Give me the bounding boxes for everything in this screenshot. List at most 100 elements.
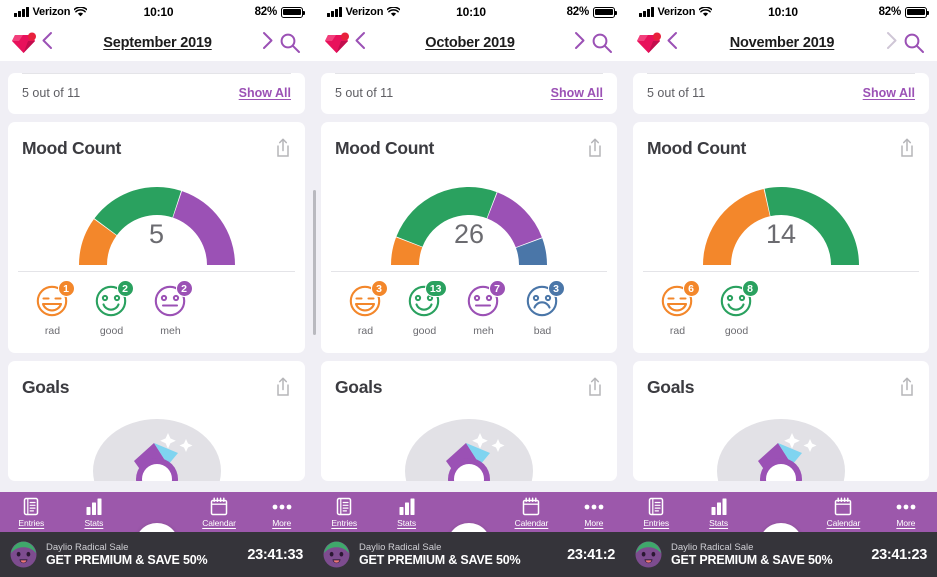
promo-subtitle: Daylio Radical Sale: [671, 542, 754, 553]
promo-banner[interactable]: Daylio Radical Sale GET PREMIUM & SAVE 50…: [0, 532, 313, 577]
card-title: Mood Count: [647, 138, 747, 158]
phone-screen-3: Verizon 10:10 82% November 2019 5 out of 11 S…: [625, 0, 937, 577]
status-left: Verizon: [639, 6, 768, 18]
tab-label: Entries: [643, 518, 670, 528]
mood-label: rad: [669, 325, 686, 337]
mood-count-badge: 2: [116, 280, 134, 297]
bad-face-icon: 3: [523, 280, 565, 322]
mood-count-header: Mood Count: [8, 122, 305, 159]
mood-label: good: [99, 325, 124, 337]
tab-entries[interactable]: Entries: [313, 497, 375, 532]
next-month-button[interactable]: [257, 30, 279, 55]
prev-month-button[interactable]: [661, 30, 683, 55]
daylio-mascot-icon: [323, 541, 350, 568]
mood-legend-item[interactable]: 13 good: [402, 280, 447, 337]
promo-title: GET PREMIUM & SAVE 50%: [671, 553, 833, 567]
next-month-button[interactable]: [881, 30, 903, 55]
summary-row: 5 out of 11 Show All: [321, 74, 617, 114]
search-icon[interactable]: [903, 32, 925, 54]
goals-illustration: [82, 413, 232, 481]
share-icon[interactable]: [275, 138, 291, 157]
status-right: 82%: [173, 6, 306, 18]
status-right: 82%: [798, 6, 930, 18]
promo-banner[interactable]: Daylio Radical Sale GET PREMIUM & SAVE 50…: [313, 532, 625, 577]
share-icon[interactable]: [275, 377, 291, 396]
current-month-label[interactable]: November 2019: [683, 35, 881, 51]
battery-icon: [905, 6, 930, 18]
carrier-label: Verizon: [345, 6, 384, 18]
show-all-link[interactable]: Show All: [863, 86, 915, 100]
goals-header: Goals: [633, 361, 929, 398]
gem-icon[interactable]: [12, 32, 36, 54]
mood-count-card: Mood Count 26 3 rad 13 good 7 meh 3 bad: [321, 122, 617, 353]
mood-legend-item[interactable]: 6 rad: [655, 280, 700, 337]
tab-label: Calendar: [202, 518, 236, 528]
mood-count-badge: 1: [57, 280, 75, 297]
search-icon[interactable]: [591, 32, 613, 54]
promo-countdown: 23:41:2: [567, 546, 615, 563]
tab-calendar[interactable]: Calendar: [500, 497, 562, 532]
tab-calendar[interactable]: Calendar: [812, 497, 874, 532]
mood-label: meh: [473, 325, 494, 337]
tab-entries[interactable]: Entries: [625, 497, 687, 532]
mood-legend-item[interactable]: 3 rad: [343, 280, 388, 337]
tab-stats[interactable]: Stats: [375, 497, 437, 532]
more-dots-icon: [272, 497, 292, 516]
promo-title: GET PREMIUM & SAVE 50%: [359, 553, 521, 567]
current-month-label[interactable]: September 2019: [58, 35, 257, 51]
more-dots-icon: [896, 497, 916, 516]
phone-screen-2: Verizon 10:10 82% October 2019 5 out of 11 Sh…: [313, 0, 625, 577]
mood-label: good: [412, 325, 437, 337]
goals-card: Goals: [321, 361, 617, 481]
status-bar: Verizon 10:10 82%: [0, 0, 313, 24]
mood-legend-item[interactable]: 2 good: [89, 280, 134, 337]
tab-more[interactable]: More: [250, 497, 313, 532]
calendar-icon: [522, 497, 540, 516]
promo-subtitle: Daylio Radical Sale: [46, 542, 129, 553]
share-icon[interactable]: [899, 138, 915, 157]
mood-count-header: Mood Count: [633, 122, 929, 159]
tab-more[interactable]: More: [875, 497, 937, 532]
mood-label: rad: [357, 325, 374, 337]
battery-percent: 82%: [878, 6, 902, 18]
tab-entries[interactable]: Entries: [0, 497, 63, 532]
nav-bar: November 2019: [625, 24, 937, 61]
mood-legend-item[interactable]: 1 rad: [30, 280, 75, 337]
share-icon[interactable]: [899, 377, 915, 396]
share-icon[interactable]: [587, 377, 603, 396]
mood-legend-item[interactable]: 2 meh: [148, 280, 193, 337]
tab-stats[interactable]: Stats: [687, 497, 749, 532]
entries-icon: [647, 497, 665, 516]
stats-icon: [710, 497, 728, 516]
next-month-button[interactable]: [569, 30, 591, 55]
card-title: Goals: [647, 377, 695, 397]
tab-more[interactable]: More: [563, 497, 625, 532]
tab-stats[interactable]: Stats: [63, 497, 126, 532]
tab-calendar[interactable]: Calendar: [188, 497, 251, 532]
search-icon[interactable]: [279, 32, 301, 54]
prev-month-button[interactable]: [349, 30, 371, 55]
rad-face-icon: 6: [658, 280, 700, 322]
carrier-label: Verizon: [32, 6, 71, 18]
status-right: 82%: [486, 6, 618, 18]
tab-label: Stats: [709, 518, 729, 528]
mood-legend-item[interactable]: 8 good: [714, 280, 759, 337]
nav-bar: October 2019: [313, 24, 625, 61]
promo-banner[interactable]: Daylio Radical Sale GET PREMIUM & SAVE 50…: [625, 532, 937, 577]
prev-month-button[interactable]: [36, 30, 58, 55]
show-all-link[interactable]: Show All: [239, 86, 291, 100]
status-left: Verizon: [14, 6, 144, 18]
card-title: Mood Count: [22, 138, 122, 158]
share-icon[interactable]: [587, 138, 603, 157]
gem-icon[interactable]: [325, 32, 349, 54]
mood-count-badge: 8: [741, 280, 759, 297]
wifi-icon: [73, 6, 88, 17]
mood-legend-item[interactable]: 3 bad: [520, 280, 565, 337]
current-month-label[interactable]: October 2019: [371, 35, 569, 51]
stats-icon: [398, 497, 416, 516]
show-all-link[interactable]: Show All: [551, 86, 603, 100]
entries-icon: [22, 497, 40, 516]
mood-legend-item[interactable]: 7 meh: [461, 280, 506, 337]
scrollbar[interactable]: [313, 190, 316, 335]
gem-icon[interactable]: [637, 32, 661, 54]
